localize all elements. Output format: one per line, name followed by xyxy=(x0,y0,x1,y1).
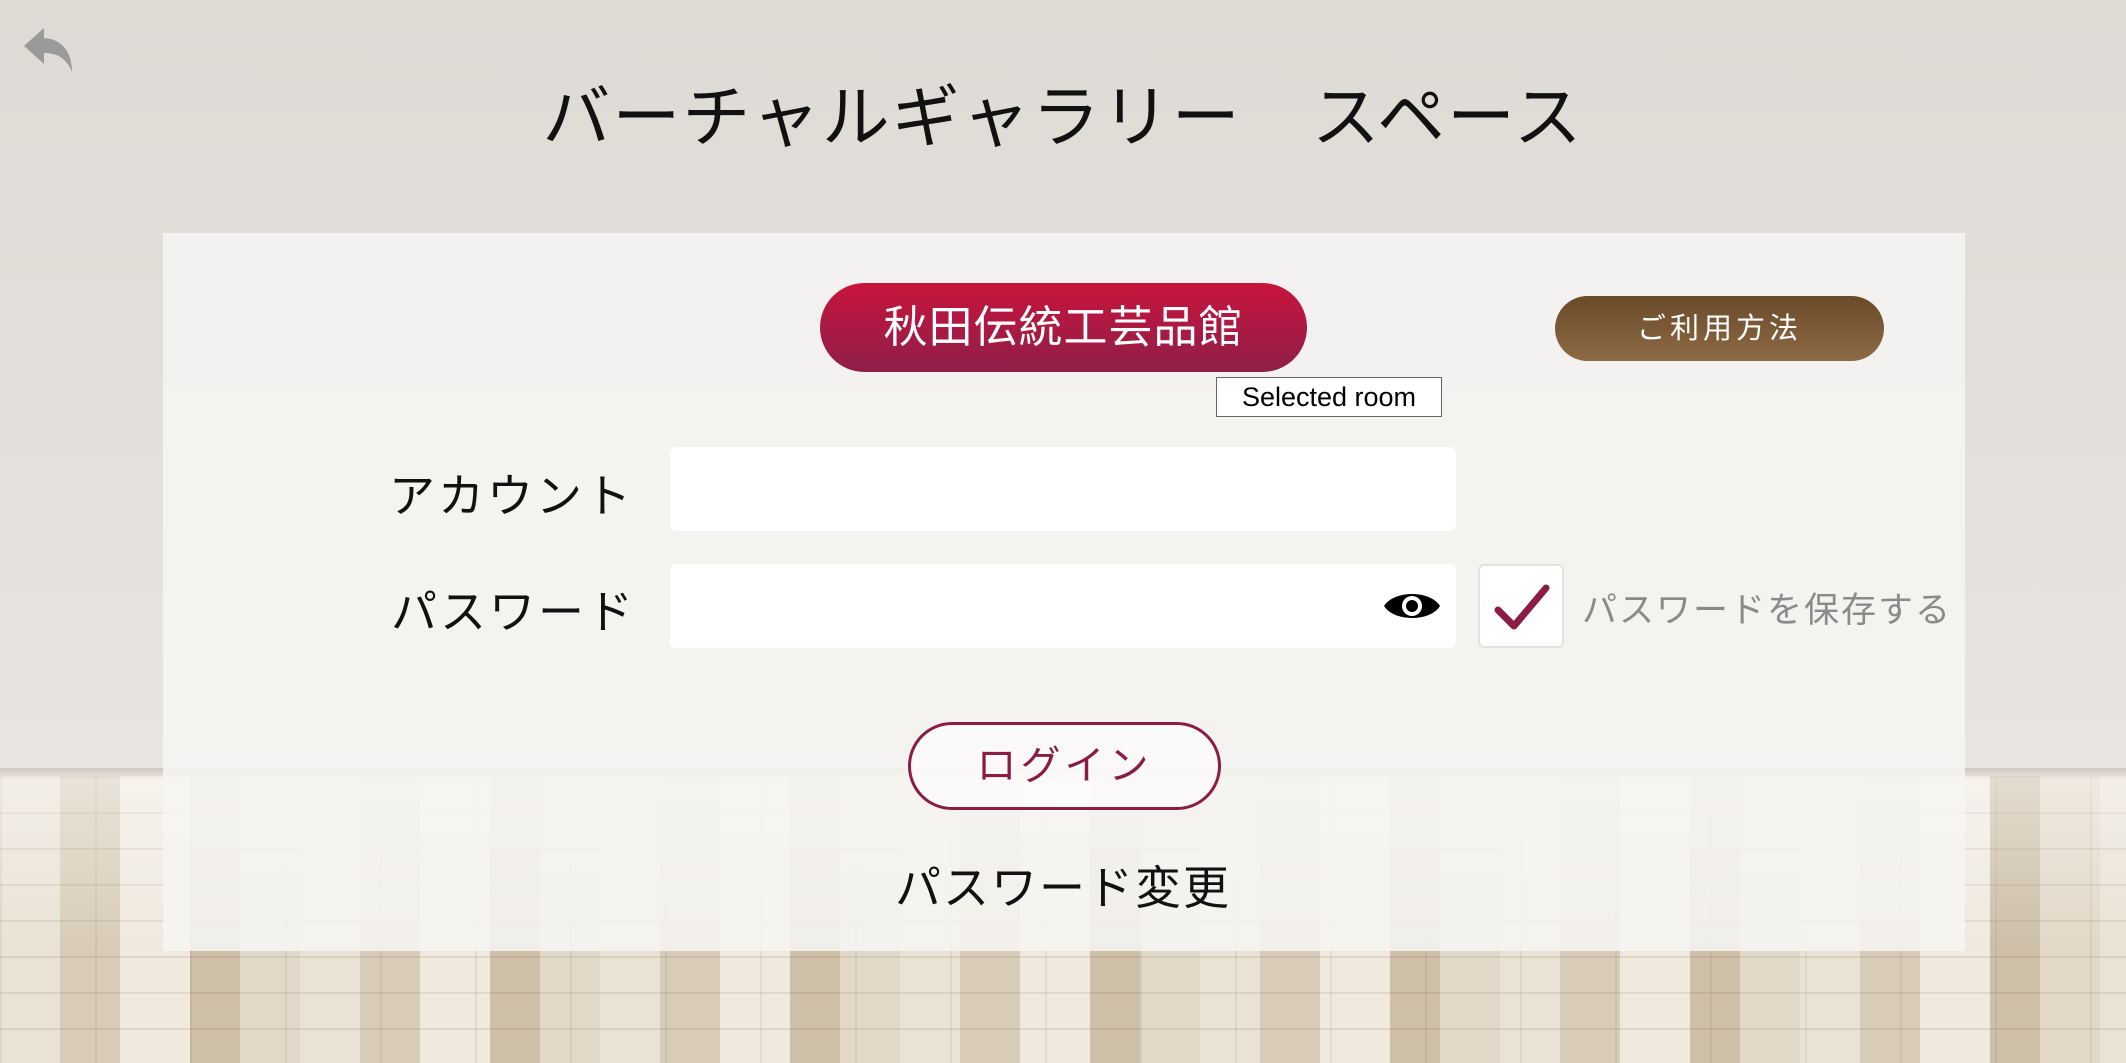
password-input[interactable] xyxy=(670,564,1456,648)
page-title: バーチャルギャラリー スペース xyxy=(542,79,1584,158)
checkmark-icon xyxy=(1494,584,1550,630)
usage-guide-button[interactable]: ご利用方法 xyxy=(1555,296,1884,361)
password-visibility-toggle[interactable] xyxy=(1382,584,1442,628)
account-input[interactable] xyxy=(670,447,1456,531)
account-label: アカウント xyxy=(389,469,634,523)
password-label: パスワード xyxy=(391,585,636,639)
save-password-checkbox[interactable] xyxy=(1478,564,1564,648)
password-change-link[interactable]: パスワード変更 xyxy=(0,852,2126,918)
gallery-login-screen: バーチャルギャラリー スペース 秋田伝統工芸品館 ご利用方法 Selected … xyxy=(0,0,2126,1063)
save-password-label[interactable]: パスワードを保存する xyxy=(1582,582,1952,633)
selected-room-tooltip: Selected room xyxy=(1216,377,1442,417)
login-button[interactable]: ログイン xyxy=(908,722,1221,810)
selected-room-button[interactable]: 秋田伝統工芸品館 xyxy=(820,283,1307,372)
eye-icon xyxy=(1384,594,1440,618)
